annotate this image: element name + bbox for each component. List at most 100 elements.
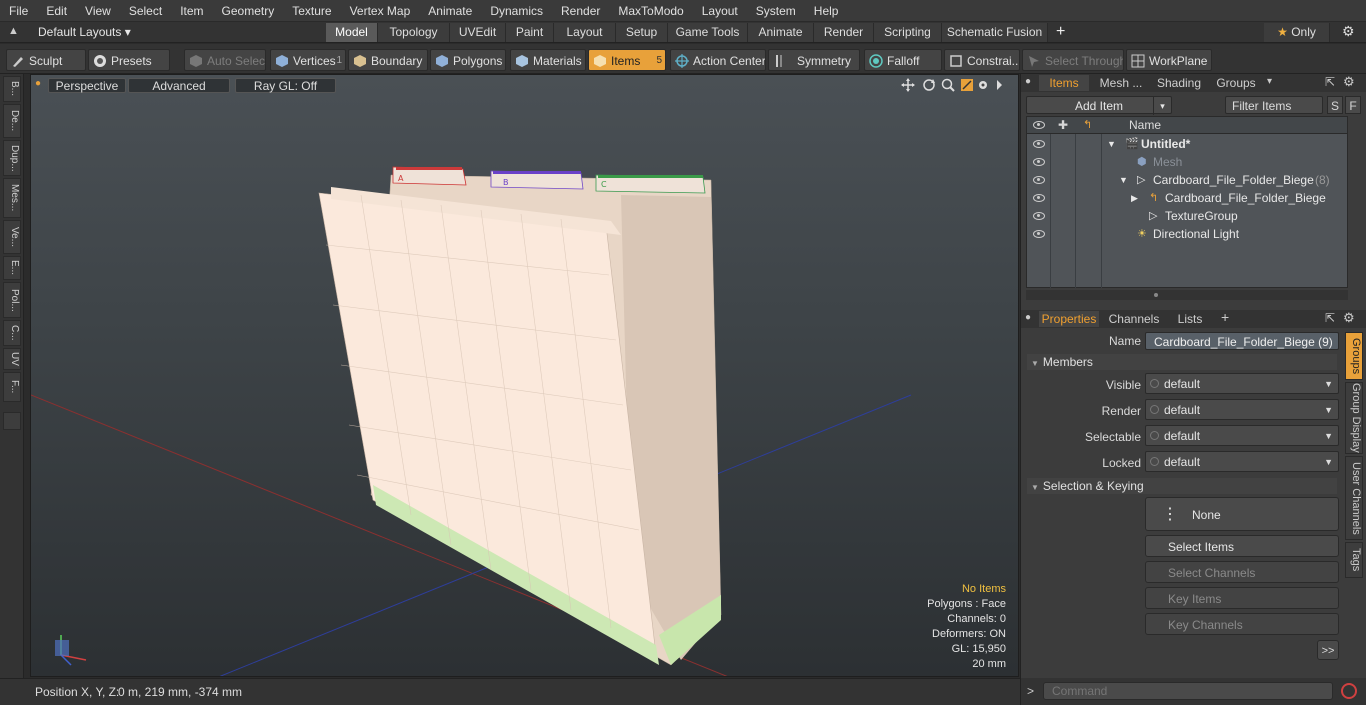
sidetab-groups[interactable]: Groups (1345, 332, 1363, 380)
left-tab-curve[interactable]: C... (3, 320, 21, 346)
falloff-button[interactable]: Falloff (864, 49, 942, 71)
tab-paint[interactable]: Paint (506, 23, 554, 42)
sidetab-tags[interactable]: Tags (1345, 542, 1363, 578)
s-button[interactable]: S (1327, 96, 1343, 114)
tab-mesh[interactable]: Mesh ... (1093, 75, 1149, 91)
left-tab-uv[interactable]: UV (3, 348, 21, 370)
3d-viewport[interactable]: ● Perspective Advanced Ray GL: Off A B C (30, 74, 1019, 677)
expand-arrow-icon[interactable]: ▶ (1131, 189, 1138, 207)
add-item-button[interactable]: Add Item ▾ (1026, 96, 1172, 115)
panel-expand-icon[interactable]: ⇱ (1325, 75, 1335, 89)
render-dropdown[interactable]: default ▼ (1145, 399, 1339, 420)
sculpt-button[interactable]: Sculpt (6, 49, 86, 71)
key-items-button[interactable]: Key Items (1145, 587, 1339, 609)
panel-menu-icon[interactable]: ● (1025, 312, 1031, 323)
f-button[interactable]: F (1345, 96, 1361, 114)
menu-texture[interactable]: Texture (283, 0, 340, 22)
select-through-button[interactable]: Select Through (1022, 49, 1124, 71)
workplane-button[interactable]: WorkPlane (1126, 49, 1212, 71)
menu-view[interactable]: View (76, 0, 120, 22)
tree-row-texturegroup[interactable]: ▷ TextureGroup (1027, 207, 1349, 225)
name-column-header[interactable]: Name (1129, 118, 1161, 132)
left-tab-extra[interactable] (3, 412, 21, 430)
tab-items[interactable]: Items (1039, 75, 1089, 91)
menu-file[interactable]: File (0, 0, 37, 22)
action-center-button[interactable]: Action Center (670, 49, 766, 71)
name-field[interactable]: Cardboard_File_Folder_Biege (9) (1145, 332, 1339, 350)
add-tab-icon[interactable]: + (1221, 309, 1229, 325)
menu-edit[interactable]: Edit (37, 0, 76, 22)
menu-animate[interactable]: Animate (419, 0, 481, 22)
command-input[interactable] (1043, 682, 1333, 700)
selectable-dropdown[interactable]: default ▼ (1145, 425, 1339, 446)
selection-keying-section-header[interactable]: ▼ Selection & Keying (1027, 478, 1337, 494)
panel-menu-icon[interactable]: ● (1025, 76, 1031, 87)
left-tab-polygon[interactable]: Pol... (3, 282, 21, 318)
menu-render[interactable]: Render (552, 0, 609, 22)
tab-layout[interactable]: Layout (554, 23, 616, 42)
sidetab-group-display[interactable]: Group Display (1345, 382, 1363, 454)
left-tab-basic[interactable]: B... (3, 76, 21, 102)
menu-geometry[interactable]: Geometry (213, 0, 284, 22)
boundary-button[interactable]: Boundary (348, 49, 428, 71)
constraints-button[interactable]: Constrai... (944, 49, 1020, 71)
collapse-arrow-icon[interactable]: ▼ (1119, 171, 1128, 189)
tab-lists[interactable]: Lists (1167, 311, 1213, 327)
tab-shading[interactable]: Shading (1151, 75, 1207, 91)
visibility-eye-icon[interactable] (1033, 158, 1045, 166)
presets-button[interactable]: Presets (88, 49, 170, 71)
collapse-arrow-icon[interactable]: ▼ (1107, 135, 1116, 153)
visibility-eye-icon[interactable] (1033, 212, 1045, 220)
symmetry-button[interactable]: Symmetry (768, 49, 860, 71)
left-tab-deform[interactable]: De... (3, 104, 21, 138)
tree-row-folder-locator[interactable]: ▶ ↰ Cardboard_File_Folder_Biege (1027, 189, 1349, 207)
gear-icon[interactable]: ⚙ (1342, 23, 1355, 40)
panel-gear-icon[interactable]: ⚙ (1343, 310, 1355, 326)
visibility-eye-icon[interactable] (1033, 194, 1045, 202)
layout-selector[interactable]: Default Layouts ▾ (38, 25, 131, 39)
menu-select[interactable]: Select (120, 0, 171, 22)
visible-dropdown[interactable]: default ▼ (1145, 373, 1339, 394)
tab-model[interactable]: Model (326, 23, 378, 42)
menu-help[interactable]: Help (805, 0, 848, 22)
tab-channels[interactable]: Channels (1105, 311, 1163, 327)
sidetab-user-channels[interactable]: User Channels (1345, 456, 1363, 540)
expand-icon[interactable]: ▲ (8, 25, 19, 37)
visibility-eye-icon[interactable] (1033, 230, 1045, 238)
tab-render[interactable]: Render (814, 23, 874, 42)
left-tab-duplicate[interactable]: Dup... (3, 140, 21, 176)
left-tab-mesh[interactable]: Mes... (3, 178, 21, 218)
select-items-button[interactable]: Select Items (1145, 535, 1339, 557)
tab-scripting[interactable]: Scripting (874, 23, 942, 42)
locked-dropdown[interactable]: default ▼ (1145, 451, 1339, 472)
menu-maxtomodo[interactable]: MaxToModo (609, 0, 692, 22)
tab-properties[interactable]: Properties (1039, 311, 1099, 327)
tree-row-light[interactable]: ☀ Directional Light (1027, 225, 1349, 243)
add-item-dropdown-icon[interactable]: ▾ (1153, 97, 1171, 115)
only-toggle[interactable]: ★ Only (1264, 23, 1330, 42)
visibility-eye-icon[interactable] (1033, 176, 1045, 184)
tree-scrollbar[interactable] (1026, 290, 1348, 300)
vertices-button[interactable]: Vertices 1 (270, 49, 346, 71)
tree-row-folder-group[interactable]: ▼ ▷ Cardboard_File_Folder_Biege (8) (1027, 171, 1349, 189)
items-button[interactable]: Items 5 (588, 49, 666, 71)
members-section-header[interactable]: ▼ Members (1027, 354, 1337, 370)
auto-select-button[interactable]: Auto Select (184, 49, 266, 71)
tab-schematic-fusion[interactable]: Schematic Fusion (942, 23, 1048, 42)
menu-layout[interactable]: Layout (693, 0, 747, 22)
menu-vertex-map[interactable]: Vertex Map (341, 0, 420, 22)
panel-gear-icon[interactable]: ⚙ (1343, 74, 1355, 90)
tab-groups[interactable]: Groups (1209, 75, 1263, 91)
record-icon[interactable] (1341, 683, 1357, 699)
more-button[interactable]: >> (1317, 640, 1339, 660)
menu-system[interactable]: System (747, 0, 805, 22)
panel-expand-icon[interactable]: ⇱ (1325, 311, 1335, 325)
filter-items-input[interactable]: Filter Items (1225, 96, 1323, 114)
tree-row-untitled[interactable]: ▼ 🎬 Untitled* (1027, 135, 1349, 153)
tab-overflow-icon[interactable]: ▾ (1267, 76, 1272, 87)
tab-topology[interactable]: Topology (378, 23, 450, 42)
tab-animate[interactable]: Animate (748, 23, 814, 42)
menu-item[interactable]: Item (171, 0, 212, 22)
tab-uvedit[interactable]: UVEdit (450, 23, 506, 42)
add-tab-icon[interactable]: + (1056, 23, 1065, 41)
